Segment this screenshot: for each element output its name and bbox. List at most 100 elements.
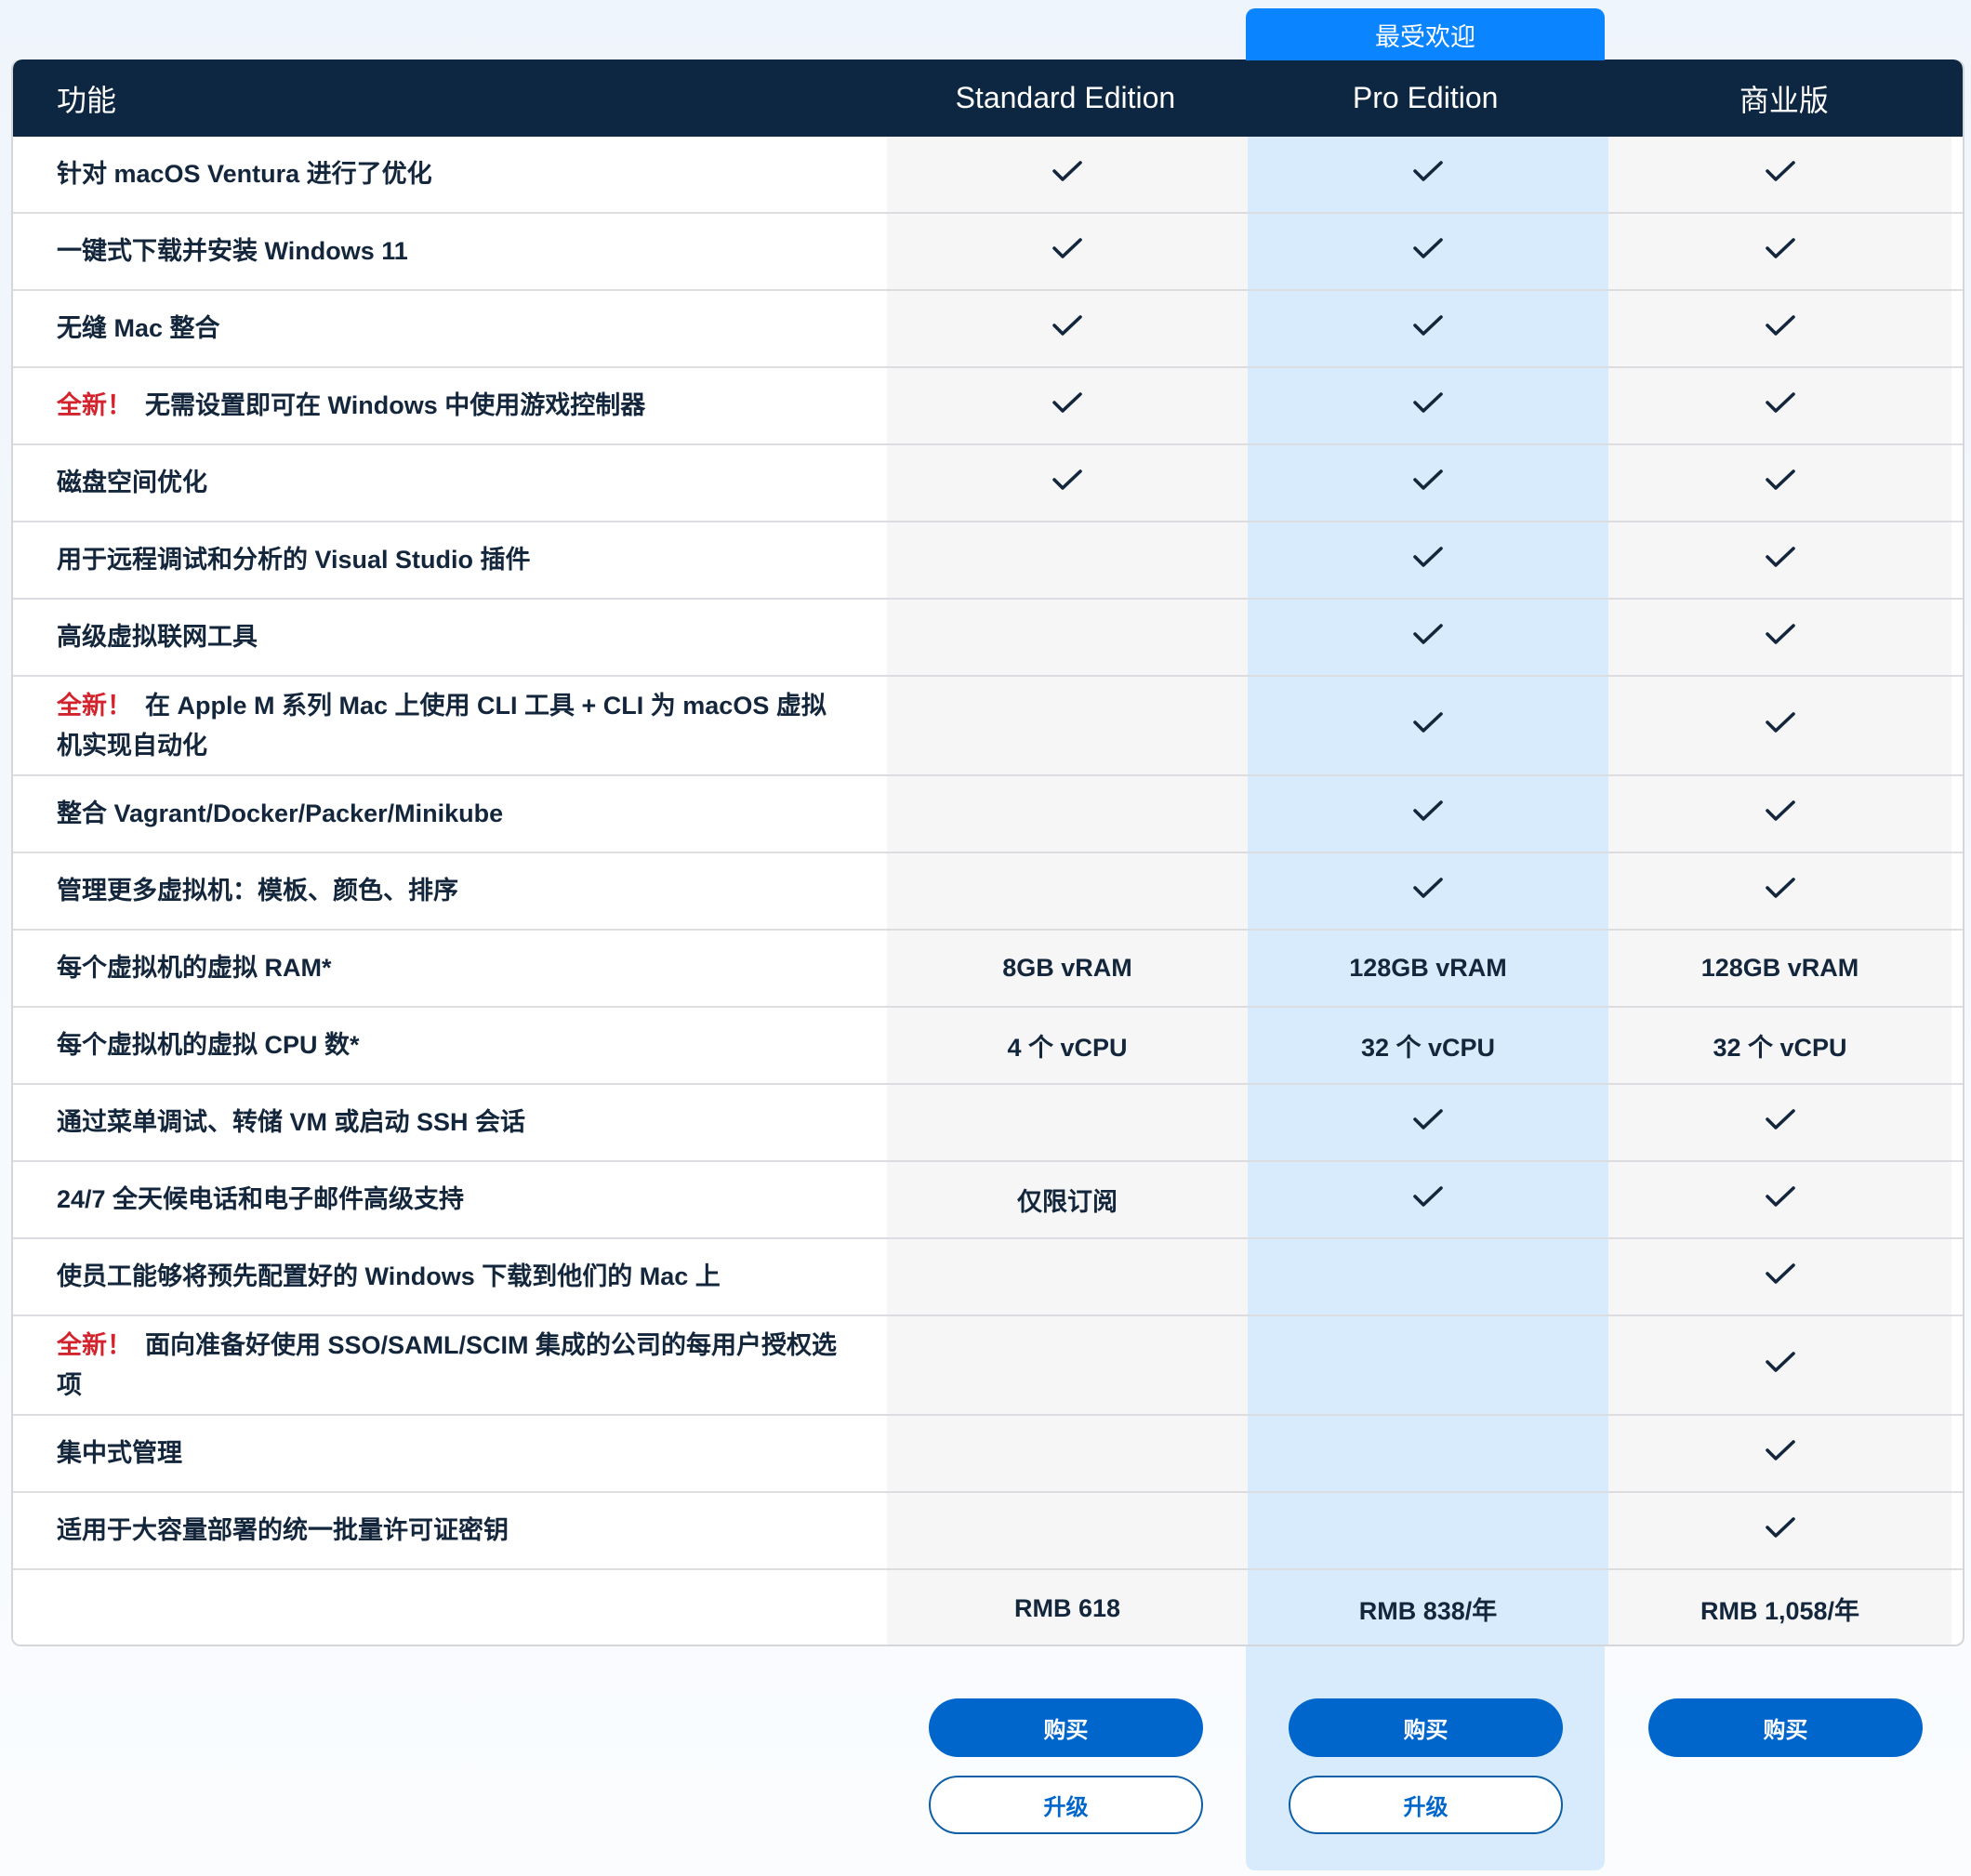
- feature-label: 24/7 全天候电话和电子邮件高级支持: [57, 1185, 465, 1213]
- feature-label: 整合 Vagrant/Docker/Packer/Minikube: [57, 799, 504, 827]
- checkmark-icon: [1412, 622, 1444, 653]
- feature-cell: 全新！在 Apple M 系列 Mac 上使用 CLI 工具 + CLI 为 m…: [13, 677, 887, 774]
- pro-actions: 购买 升级: [1289, 1698, 1563, 1834]
- feature-text: 针对 macOS Ventura 进行了优化: [57, 154, 432, 194]
- standard-value-cell: 仅限订阅: [887, 1162, 1248, 1237]
- feature-label: 在 Apple M 系列 Mac 上使用 CLI 工具 + CLI 为 macO…: [57, 691, 827, 760]
- pro-value-cell: [1248, 368, 1608, 443]
- table-row: 通过菜单调试、转储 VM 或启动 SSH 会话: [13, 1085, 1963, 1162]
- feature-cell: 全新！ 无需设置即可在 Windows 中使用游戏控制器: [13, 368, 887, 443]
- feature-label: 面向准备好使用 SSO/SAML/SCIM 集成的公司的每用户授权选项: [57, 1330, 838, 1399]
- value-text: 32 个 vCPU: [1360, 1034, 1496, 1062]
- pro-buy-button[interactable]: 购买: [1289, 1698, 1563, 1757]
- pro-value-cell: [1248, 214, 1608, 289]
- feature-text: 全新！在 Apple M 系列 Mac 上使用 CLI 工具 + CLI 为 m…: [57, 686, 850, 766]
- table-row: 全新！ 无需设置即可在 Windows 中使用游戏控制器: [13, 368, 1963, 445]
- business-value-cell: [1608, 445, 1951, 521]
- business-buy-button[interactable]: 购买: [1648, 1698, 1923, 1757]
- standard-value-cell: [887, 1085, 1248, 1160]
- table-row: 一键式下载并安装 Windows 11: [13, 214, 1963, 291]
- table-row: 集中式管理: [13, 1416, 1963, 1493]
- feature-cell: 一键式下载并安装 Windows 11: [13, 214, 887, 289]
- feature-cell: 集中式管理: [13, 1416, 887, 1491]
- checkmark-icon: [1765, 236, 1796, 267]
- standard-value-cell: [887, 600, 1248, 675]
- table-row: 磁盘空间优化: [13, 445, 1963, 522]
- standard-value-cell: [887, 214, 1248, 289]
- pro-value-cell: [1248, 1316, 1608, 1414]
- checkmark-icon: [1765, 876, 1796, 906]
- feature-cell: 每个虚拟机的虚拟 RAM*: [13, 931, 887, 1006]
- value-text: 仅限订阅: [1017, 1188, 1118, 1216]
- feature-cell: 无缝 Mac 整合: [13, 291, 887, 366]
- feature-cell: 高级虚拟联网工具: [13, 600, 887, 675]
- checkmark-icon: [1765, 710, 1796, 741]
- checkmark-icon: [1412, 468, 1444, 498]
- business-value-cell: [1608, 368, 1951, 443]
- business-actions: 购买: [1648, 1698, 1923, 1757]
- comparison-table: 功能 Standard Edition Pro Edition 商业版 针对 m…: [11, 59, 1964, 1646]
- standard-buy-button[interactable]: 购买: [929, 1698, 1203, 1757]
- business-value-cell: [1608, 1239, 1951, 1315]
- feature-cell: 磁盘空间优化: [13, 445, 887, 521]
- feature-text: 无缝 Mac 整合: [57, 309, 220, 349]
- standard-value-cell: [887, 291, 1248, 366]
- table-row: 无缝 Mac 整合: [13, 291, 1963, 368]
- checkmark-icon: [1765, 1262, 1796, 1292]
- feature-text: 高级虚拟联网工具: [57, 617, 258, 657]
- feature-label: 用于远程调试和分析的 Visual Studio 插件: [57, 546, 531, 574]
- business-value-cell: [1608, 776, 1951, 852]
- standard-upgrade-button[interactable]: 升级: [929, 1776, 1203, 1834]
- pro-value-cell: [1248, 522, 1608, 598]
- table-row: 全新！ 面向准备好使用 SSO/SAML/SCIM 集成的公司的每用户授权选项: [13, 1316, 1963, 1416]
- business-value-cell: [1608, 1493, 1951, 1568]
- feature-label: 一键式下载并安装 Windows 11: [57, 237, 408, 265]
- business-value-cell: [1608, 1316, 1951, 1414]
- checkmark-icon: [1765, 1107, 1796, 1138]
- pro-value-cell: 128GB vRAM: [1248, 931, 1608, 1006]
- standard-value-cell: [887, 776, 1248, 852]
- checkmark-icon: [1412, 1107, 1444, 1138]
- checkmark-icon: [1765, 468, 1796, 498]
- pro-value-cell: [1248, 137, 1608, 212]
- feature-label: 使员工能够将预先配置好的 Windows 下载到他们的 Mac 上: [57, 1262, 721, 1290]
- checkmark-icon: [1765, 1515, 1796, 1546]
- feature-text: 每个虚拟机的虚拟 RAM*: [57, 948, 332, 988]
- standard-value-cell: [887, 1316, 1248, 1414]
- pro-value-cell: [1248, 1085, 1608, 1160]
- business-value-cell: RMB 1,058/年: [1608, 1570, 1951, 1645]
- business-value-cell: 32 个 vCPU: [1608, 1008, 1951, 1083]
- business-value-cell: [1608, 214, 1951, 289]
- standard-value-cell: [887, 137, 1248, 212]
- checkmark-icon: [1765, 159, 1796, 190]
- checkmark-icon: [1765, 1438, 1796, 1469]
- checkmark-icon: [1412, 390, 1444, 421]
- pro-value-cell: RMB 838/年: [1248, 1570, 1608, 1645]
- table-row: 使员工能够将预先配置好的 Windows 下载到他们的 Mac 上: [13, 1239, 1963, 1316]
- feature-text: 磁盘空间优化: [57, 463, 207, 503]
- pro-value-cell: [1248, 1493, 1608, 1568]
- feature-cell: 整合 Vagrant/Docker/Packer/Minikube: [13, 776, 887, 852]
- pro-value-cell: [1248, 1239, 1608, 1315]
- business-value-cell: [1608, 1085, 1951, 1160]
- feature-text: 24/7 全天候电话和电子邮件高级支持: [57, 1180, 464, 1220]
- standard-value-cell: [887, 445, 1248, 521]
- header-standard-edition: Standard Edition: [955, 81, 1176, 114]
- feature-label: 适用于大容量部署的统一批量许可证密钥: [57, 1516, 509, 1544]
- business-value-cell: [1608, 677, 1951, 774]
- standard-actions: 购买 升级: [929, 1698, 1203, 1834]
- table-row: 24/7 全天候电话和电子邮件高级支持 仅限订阅: [13, 1162, 1963, 1239]
- price-text: RMB 618: [1013, 1594, 1121, 1622]
- checkmark-icon: [1412, 159, 1444, 190]
- feature-label: 通过菜单调试、转储 VM 或启动 SSH 会话: [57, 1108, 526, 1136]
- most-popular-badge: 最受欢迎: [1246, 8, 1605, 60]
- checkmark-icon: [1765, 1350, 1796, 1381]
- table-row: 全新！在 Apple M 系列 Mac 上使用 CLI 工具 + CLI 为 m…: [13, 677, 1963, 776]
- checkmark-icon: [1412, 710, 1444, 741]
- feature-text: 用于远程调试和分析的 Visual Studio 插件: [57, 540, 531, 580]
- feature-text: 整合 Vagrant/Docker/Packer/Minikube: [57, 794, 503, 834]
- checkmark-icon: [1412, 313, 1444, 344]
- new-label: 全新！: [57, 1330, 132, 1359]
- standard-value-cell: 4 个 vCPU: [887, 1008, 1248, 1083]
- pro-upgrade-button[interactable]: 升级: [1289, 1776, 1563, 1834]
